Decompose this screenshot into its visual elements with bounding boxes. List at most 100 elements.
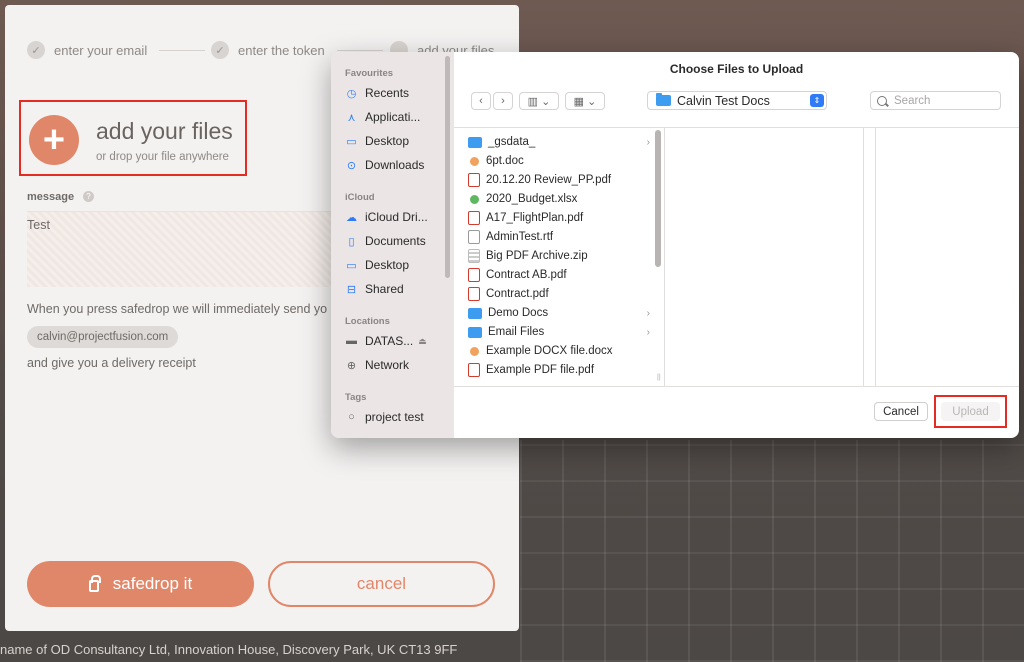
sidebar-item-datastore[interactable]: ▬ DATAS... ⏏ bbox=[345, 334, 427, 348]
document-icon: ▯ bbox=[348, 235, 355, 248]
pdf-file-icon bbox=[468, 173, 480, 187]
doc-file-icon bbox=[470, 346, 479, 356]
pdf-file-icon bbox=[468, 268, 480, 282]
file-row[interactable]: AdminTest.rtf bbox=[468, 228, 648, 246]
cancel-button[interactable]: cancel bbox=[268, 561, 495, 607]
file-name: Contract AB.pdf bbox=[486, 269, 567, 281]
safedrop-label: safedrop it bbox=[112, 574, 193, 593]
step-divider bbox=[337, 50, 383, 51]
file-row[interactable]: Contract.pdf bbox=[468, 285, 648, 303]
add-files-area[interactable]: + add your files or drop your file anywh… bbox=[19, 100, 247, 176]
dialog-cancel-button[interactable]: Cancel bbox=[874, 402, 928, 421]
footer-divider bbox=[454, 386, 1019, 387]
chevron-right-icon: › bbox=[646, 326, 650, 338]
search-field[interactable]: Search bbox=[870, 91, 1001, 110]
file-name: Example DOCX file.docx bbox=[486, 345, 613, 357]
xlsx-file-icon bbox=[470, 194, 479, 204]
file-row[interactable]: Demo Docs › bbox=[468, 304, 650, 322]
tag-dot-icon: ○ bbox=[348, 411, 355, 423]
applications-icon: ⋏ bbox=[347, 111, 356, 124]
file-row[interactable]: Email Files › bbox=[468, 323, 650, 341]
sidebar-heading-tags: Tags bbox=[345, 392, 367, 403]
file-row[interactable]: 2020_Budget.xlsx bbox=[468, 190, 648, 208]
upload-button[interactable]: Upload bbox=[941, 402, 1000, 421]
help-icon[interactable]: ? bbox=[83, 191, 94, 202]
pdf-file-icon bbox=[468, 211, 480, 225]
sidebar-item-desktop[interactable]: ▭ Desktop bbox=[345, 134, 409, 148]
doc-file-icon bbox=[470, 156, 479, 166]
file-name: Example PDF file.pdf bbox=[486, 364, 595, 376]
message-textarea[interactable]: Test bbox=[27, 211, 347, 287]
file-row[interactable]: Contract AB.pdf bbox=[468, 266, 648, 284]
eject-icon[interactable]: ⏏ bbox=[418, 336, 427, 347]
file-row[interactable]: 20.12.20 Review_PP.pdf bbox=[468, 171, 648, 189]
folder-icon bbox=[468, 307, 482, 319]
pdf-file-icon bbox=[468, 287, 480, 301]
back-button[interactable]: ‹ bbox=[471, 92, 491, 110]
recipient-email-badge: calvin@projectfusion.com bbox=[27, 326, 179, 348]
file-row[interactable]: A17_FlightPlan.pdf bbox=[468, 209, 648, 227]
shared-folder-icon: ⊟ bbox=[346, 283, 357, 296]
step-email: ✓ enter your email bbox=[27, 41, 147, 59]
column-divider[interactable] bbox=[664, 128, 665, 386]
chevron-right-icon: › bbox=[646, 307, 650, 319]
sidebar-item-tag[interactable]: ○ project test bbox=[345, 410, 424, 424]
file-row[interactable]: Big PDF Archive.zip bbox=[468, 247, 648, 265]
sidebar-item-label: Downloads bbox=[365, 158, 425, 172]
dialog-title: Choose Files to Upload bbox=[669, 62, 804, 76]
column-divider[interactable] bbox=[875, 128, 876, 386]
rtf-file-icon bbox=[468, 230, 480, 244]
sidebar-item-label: Shared bbox=[365, 282, 404, 296]
plus-icon[interactable]: + bbox=[29, 115, 79, 165]
location-dropdown[interactable]: Calvin Test Docs ⇕ bbox=[647, 91, 827, 110]
sidebar-item-icloud-desktop[interactable]: ▭ Desktop bbox=[345, 258, 409, 272]
sidebar-heading-icloud: iCloud bbox=[345, 192, 375, 203]
file-name: Contract.pdf bbox=[486, 288, 549, 300]
sidebar-scrollbar[interactable] bbox=[445, 56, 450, 278]
sidebar-item-icloud-drive[interactable]: ☁ iCloud Dri... bbox=[345, 210, 428, 224]
sidebar-item-label: Desktop bbox=[365, 258, 410, 272]
forward-button[interactable]: › bbox=[493, 92, 513, 110]
group-by-button[interactable]: ▦ ⌄ bbox=[565, 92, 605, 110]
step-token: ✓ enter the token bbox=[211, 41, 325, 59]
file-name: Demo Docs bbox=[488, 307, 549, 319]
sidebar-item-network[interactable]: ⊕ Network bbox=[345, 358, 409, 372]
desktop-icon: ▭ bbox=[346, 259, 357, 272]
sidebar-item-downloads[interactable]: ⊙ Downloads bbox=[345, 158, 424, 172]
file-list-column: _gsdata_ › 6pt.doc 20.12.20 Review_PP.pdf… bbox=[454, 128, 664, 386]
sidebar-item-documents[interactable]: ▯ Documents bbox=[345, 234, 426, 248]
clock-icon: ◷ bbox=[346, 87, 357, 100]
column-resize-handle[interactable]: || bbox=[657, 374, 661, 381]
download-icon: ⊙ bbox=[346, 159, 357, 172]
column-divider[interactable] bbox=[863, 128, 864, 386]
folder-icon bbox=[468, 326, 482, 338]
file-row[interactable]: Example PDF file.pdf bbox=[468, 361, 648, 379]
file-list-scrollbar[interactable] bbox=[655, 130, 661, 267]
file-name: AdminTest.rtf bbox=[486, 231, 554, 243]
send-notice-text: When you press safedrop we will immediat… bbox=[27, 302, 328, 316]
sidebar-item-label: iCloud Dri... bbox=[365, 210, 428, 224]
sidebar-item-label: DATAS... bbox=[365, 334, 414, 348]
safedrop-button[interactable]: safedrop it bbox=[27, 561, 254, 607]
file-chooser-dialog: Favourites ◷ Recents ⋏ Applicati... ▭ De… bbox=[331, 52, 1019, 438]
step-label: enter the token bbox=[238, 42, 325, 58]
search-icon bbox=[877, 95, 887, 106]
sidebar-item-label: Documents bbox=[365, 234, 426, 248]
sidebar-item-label: Network bbox=[365, 358, 410, 372]
file-row[interactable]: _gsdata_ › bbox=[468, 133, 650, 151]
check-icon: ✓ bbox=[211, 41, 229, 59]
sidebar-heading-favourites: Favourites bbox=[345, 68, 394, 79]
sidebar-item-applications[interactable]: ⋏ Applicati... bbox=[345, 110, 420, 124]
file-name: _gsdata_ bbox=[488, 136, 536, 148]
file-row[interactable]: Example DOCX file.docx bbox=[468, 342, 648, 360]
desktop-icon: ▭ bbox=[346, 135, 357, 148]
view-mode-button[interactable]: ▥ ⌄ bbox=[519, 92, 559, 110]
message-value: Test bbox=[27, 218, 50, 232]
pdf-file-icon bbox=[468, 363, 480, 377]
sidebar-item-recents[interactable]: ◷ Recents bbox=[345, 86, 409, 100]
updown-arrows-icon: ⇕ bbox=[810, 94, 824, 107]
file-name: 6pt.doc bbox=[486, 155, 524, 167]
cloud-icon: ☁ bbox=[346, 211, 357, 224]
file-row[interactable]: 6pt.doc bbox=[468, 152, 648, 170]
sidebar-item-shared[interactable]: ⊟ Shared bbox=[345, 282, 404, 296]
